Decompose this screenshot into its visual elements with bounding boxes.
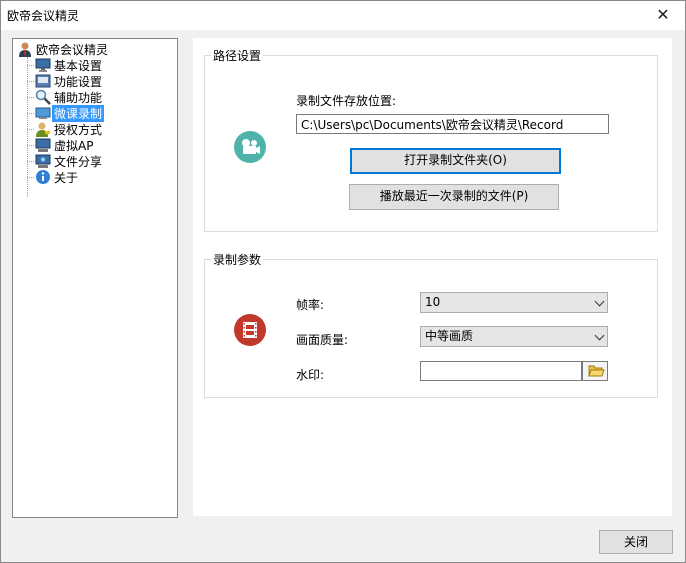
frame-rate-value: 10 bbox=[425, 295, 441, 309]
monitor-icon bbox=[35, 57, 51, 73]
chevron-down-icon bbox=[594, 330, 605, 341]
magnifier-icon bbox=[35, 89, 51, 105]
tree-item-label: 关于 bbox=[54, 170, 79, 185]
tree-item-about[interactable]: 关于 bbox=[35, 169, 78, 185]
chevron-down-icon bbox=[594, 296, 605, 307]
tree-item-label: 辅助功能 bbox=[54, 90, 103, 105]
title-bar: 欧帝会议精灵 ✕ bbox=[1, 1, 685, 30]
tree-connector bbox=[27, 57, 28, 197]
tree-root[interactable]: 欧帝会议精灵 bbox=[17, 41, 108, 57]
share-icon bbox=[35, 153, 51, 169]
tree-item-virtual-ap[interactable]: 虚拟AP bbox=[35, 137, 93, 153]
keyboard-icon bbox=[35, 73, 51, 89]
info-icon bbox=[35, 169, 51, 185]
window-title: 欧帝会议精灵 bbox=[7, 9, 80, 23]
monitor-record-icon bbox=[35, 105, 51, 121]
tree-item-label: 文件分享 bbox=[54, 154, 103, 169]
tree-item-label: 微课录制 bbox=[52, 104, 105, 122]
frame-rate-label: 帧率: bbox=[296, 298, 325, 312]
tree-item-license[interactable]: 授权方式 bbox=[35, 121, 102, 137]
network-icon bbox=[35, 137, 51, 153]
tree-item-assist[interactable]: 辅助功能 bbox=[35, 89, 102, 105]
video-camera-icon bbox=[234, 131, 266, 163]
path-settings-group: 路径设置 录制文件存放位置: C:\Users\pc\Documents\欧帝会… bbox=[204, 47, 658, 232]
save-location-label: 录制文件存放位置: bbox=[296, 94, 397, 108]
watermark-label: 水印: bbox=[296, 368, 325, 382]
save-location-field[interactable]: C:\Users\pc\Documents\欧帝会议精灵\Record bbox=[296, 114, 609, 134]
settings-window: 欧帝会议精灵 ✕ 欧帝会议精灵 基本设置 功能设置 辅助功能 微课录制 授权方式… bbox=[0, 0, 686, 563]
frame-rate-select[interactable]: 10 bbox=[420, 292, 608, 313]
settings-content: 路径设置 录制文件存放位置: C:\Users\pc\Documents\欧帝会… bbox=[193, 38, 672, 516]
tree-item-record[interactable]: 微课录制 bbox=[35, 104, 105, 122]
tree-item-label: 虚拟AP bbox=[54, 138, 94, 153]
user-key-icon bbox=[35, 121, 51, 137]
open-record-folder-button[interactable]: 打开录制文件夹(O) bbox=[350, 148, 561, 174]
tree-item-file-share[interactable]: 文件分享 bbox=[35, 153, 102, 169]
tree-root-label: 欧帝会议精灵 bbox=[36, 42, 109, 57]
close-button[interactable]: 关闭 bbox=[599, 530, 673, 554]
watermark-field[interactable] bbox=[420, 361, 582, 381]
path-settings-title: 路径设置 bbox=[211, 47, 264, 64]
play-last-recording-button[interactable]: 播放最近一次录制的文件(P) bbox=[349, 184, 559, 210]
settings-tree: 欧帝会议精灵 基本设置 功能设置 辅助功能 微课录制 授权方式 虚拟AP 文件分… bbox=[12, 38, 178, 518]
user-avatar-icon bbox=[17, 41, 33, 57]
tree-item-label: 基本设置 bbox=[54, 58, 103, 73]
quality-label: 画面质量: bbox=[296, 333, 349, 347]
tree-item-label: 功能设置 bbox=[54, 74, 103, 89]
tree-item-label: 授权方式 bbox=[54, 122, 103, 137]
tree-item-basic[interactable]: 基本设置 bbox=[35, 57, 102, 73]
folder-open-icon bbox=[588, 365, 605, 377]
quality-select[interactable]: 中等画质 bbox=[420, 326, 608, 347]
window-close-icon[interactable]: ✕ bbox=[641, 1, 685, 30]
browse-folder-button[interactable] bbox=[582, 361, 608, 381]
quality-value: 中等画质 bbox=[425, 329, 474, 343]
record-params-title: 录制参数 bbox=[211, 251, 264, 268]
film-icon bbox=[234, 314, 266, 346]
record-params-group: 录制参数 帧率: 10 画面质量: 中等画质 水印: bbox=[204, 251, 658, 398]
tree-item-function[interactable]: 功能设置 bbox=[35, 73, 102, 89]
